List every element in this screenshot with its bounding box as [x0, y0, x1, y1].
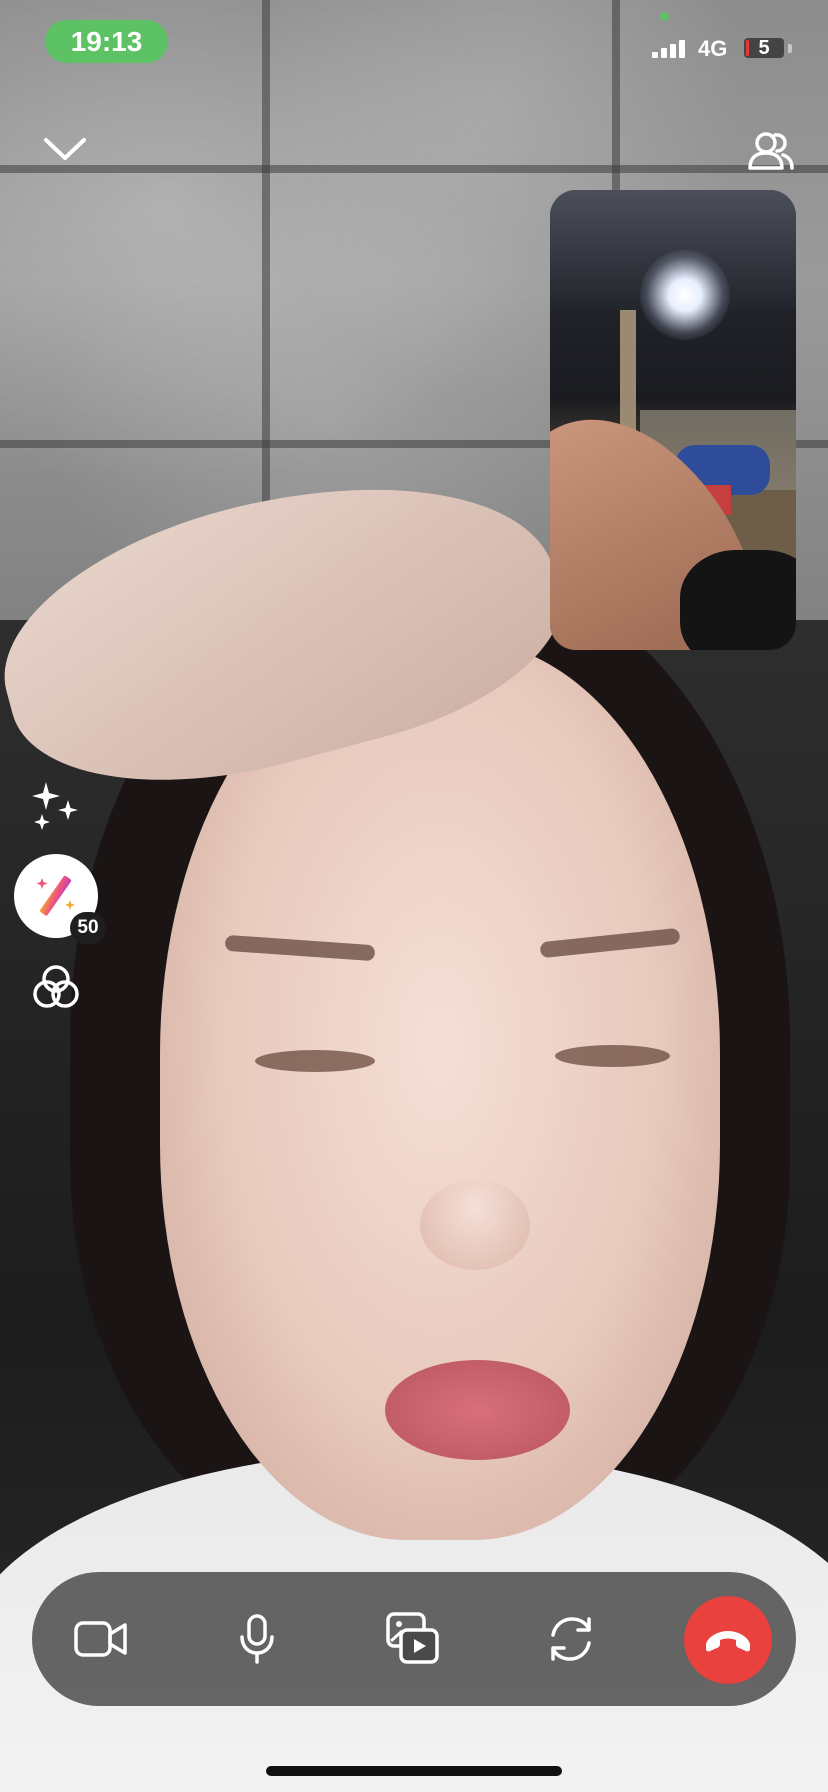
minimize-call-button[interactable]	[40, 130, 90, 170]
sparkles-icon	[32, 782, 78, 830]
participants-button[interactable]	[746, 128, 796, 174]
cellular-signal-icon	[652, 38, 685, 58]
participants-icon	[748, 132, 794, 170]
effects-button[interactable]	[30, 780, 82, 832]
switch-camera-button[interactable]	[536, 1604, 606, 1674]
caller-lips	[385, 1360, 570, 1460]
self-video-preview[interactable]	[550, 190, 796, 650]
end-call-icon	[706, 1631, 750, 1652]
filters-icon	[33, 965, 79, 1008]
magic-wand-icon	[36, 875, 75, 916]
battery-level-bar	[746, 40, 749, 56]
share-media-button[interactable]	[378, 1604, 448, 1674]
microphone-icon	[240, 1614, 274, 1664]
status-time-text: 19:13	[70, 25, 143, 57]
battery-level-text: 5	[758, 36, 770, 59]
toggle-microphone-button[interactable]	[222, 1604, 292, 1674]
end-call-button[interactable]	[684, 1596, 772, 1684]
status-time[interactable]: 19:13	[45, 20, 168, 63]
network-type: 4G	[698, 36, 728, 61]
beauty-level-badge: 50	[70, 912, 106, 944]
battery-indicator: 5	[742, 36, 786, 60]
media-share-icon	[386, 1612, 439, 1664]
home-indicator[interactable]	[266, 1766, 562, 1776]
chevron-down-icon	[44, 138, 86, 160]
color-filter-button[interactable]	[30, 962, 82, 1014]
toggle-camera-button[interactable]	[66, 1604, 136, 1674]
switch-camera-icon	[551, 1617, 591, 1661]
video-camera-icon	[74, 1621, 127, 1657]
camera-in-use-dot	[660, 12, 669, 21]
